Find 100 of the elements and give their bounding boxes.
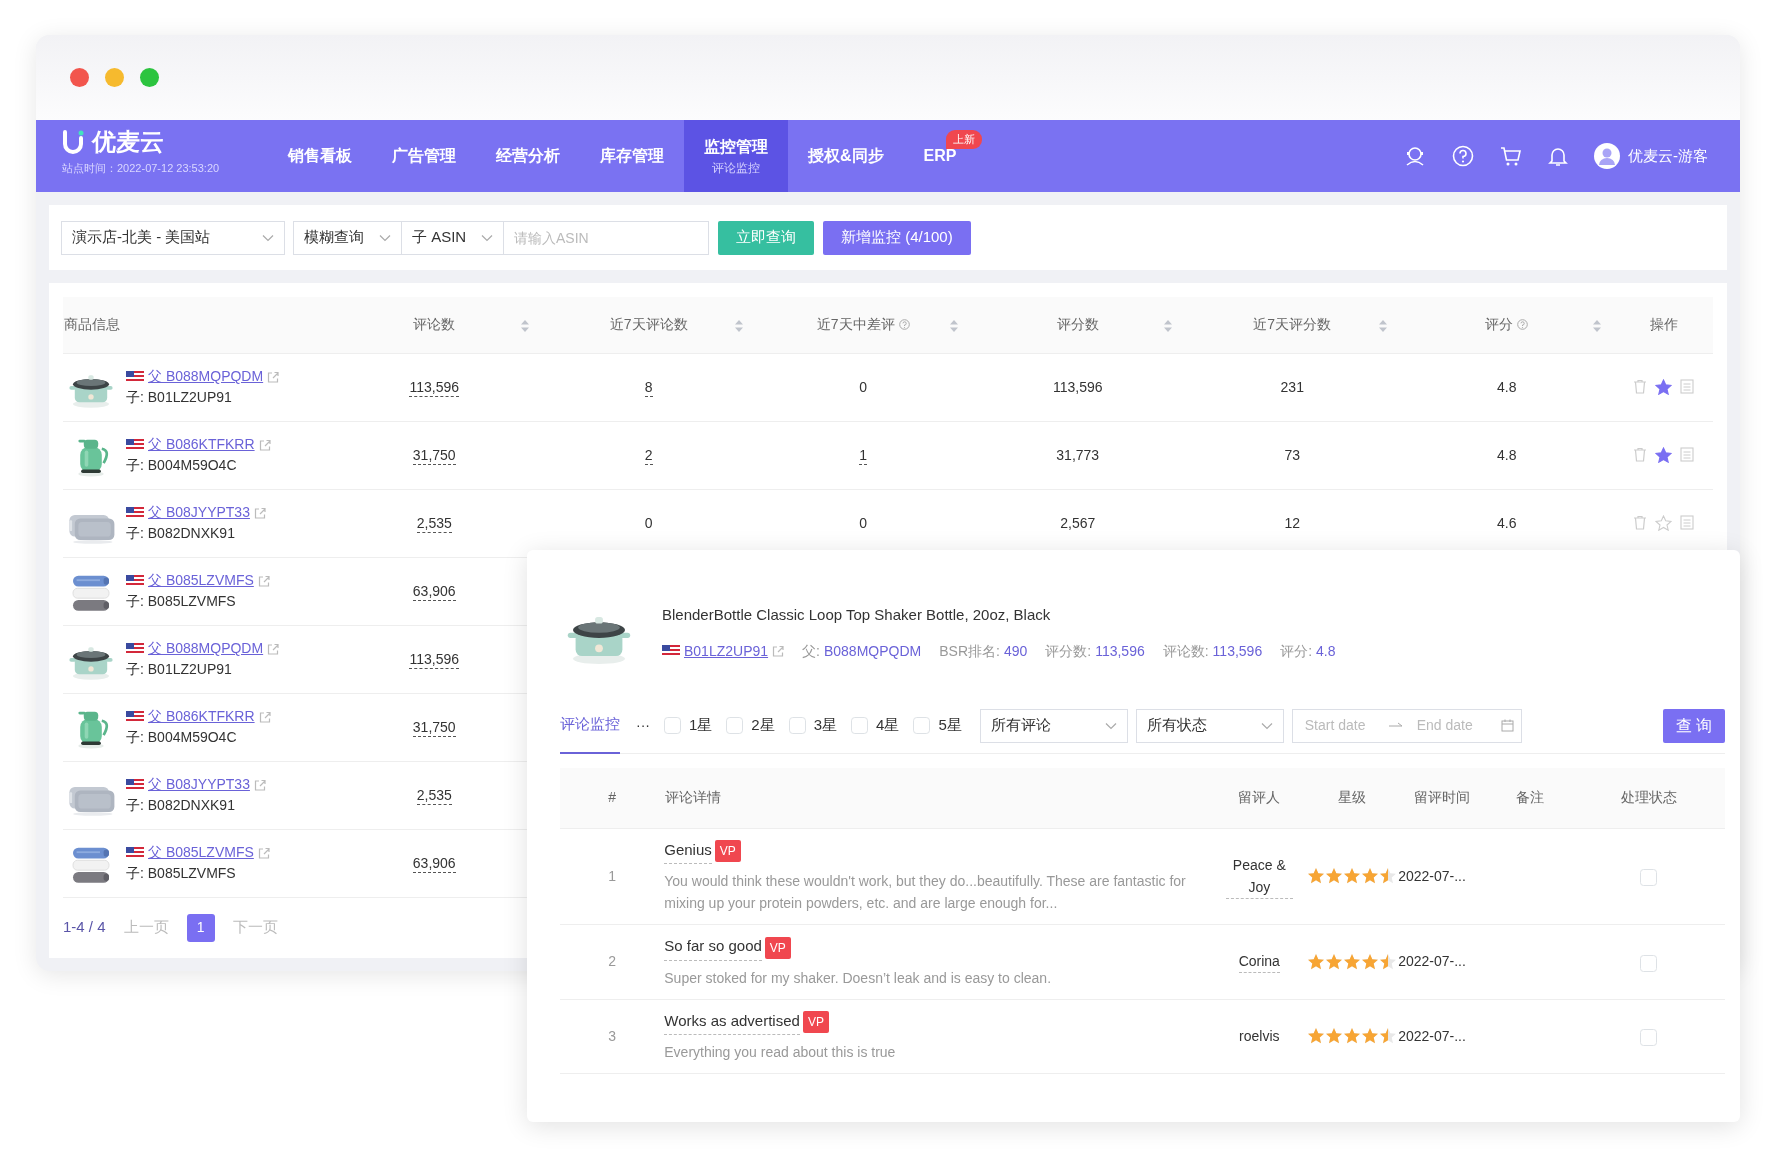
meta-value: 4.8 [1316, 641, 1336, 661]
status-select[interactable]: 所有状态 [1135, 708, 1284, 743]
recent-negative-count-link[interactable]: 1 [859, 446, 868, 465]
review-count-link[interactable]: 31,750 [412, 718, 456, 737]
reviewer-name[interactable]: Peace & Joy [1225, 853, 1293, 899]
help-icon[interactable] [1517, 319, 1529, 331]
star-icon [1307, 1027, 1325, 1046]
share-icon[interactable] [258, 438, 271, 451]
star-filter-checkbox[interactable] [913, 717, 931, 734]
notes-icon[interactable] [1680, 515, 1694, 530]
handled-checkbox[interactable] [1640, 954, 1658, 972]
handled-checkbox[interactable] [1640, 1029, 1658, 1047]
share-icon[interactable] [253, 506, 266, 519]
nav-tab[interactable]: 监控管理 评论监控 [684, 120, 788, 192]
star-filter-checkbox[interactable] [851, 717, 869, 734]
review-count-link[interactable]: 63,906 [412, 854, 456, 873]
handled-checkbox[interactable] [1640, 869, 1658, 887]
more-tabs-button[interactable]: ··· [636, 715, 650, 736]
asin-input[interactable]: 请输入ASIN [504, 220, 709, 255]
meta-label: 父: [802, 641, 820, 661]
column-header: 处理状态 [1620, 789, 1677, 806]
share-icon[interactable] [257, 574, 270, 587]
review-count-link[interactable]: 113,596 [409, 650, 460, 669]
checkbox-label: 5星 [938, 715, 962, 736]
share-icon[interactable] [257, 846, 270, 859]
recent-review-count-link[interactable]: 2 [644, 446, 653, 465]
parent-asin-link[interactable]: 父 B086KTFKRR [148, 434, 255, 455]
calendar-icon[interactable] [1500, 719, 1514, 732]
review-count-link[interactable]: 2,535 [416, 786, 452, 805]
parent-asin-link[interactable]: 父 B088MQPQDM [148, 638, 264, 659]
asin-link[interactable]: B01LZ2UP91 [684, 640, 769, 662]
star-icon[interactable] [1655, 447, 1672, 463]
user-name[interactable]: 优麦云-游客 [1628, 144, 1708, 168]
support-icon[interactable] [1404, 145, 1426, 167]
checkbox-label: 1星 [689, 715, 713, 736]
nav-tab[interactable]: 经营分析 [476, 120, 580, 192]
parent-asin-link[interactable]: 父 B08JYYPT33 [148, 774, 250, 795]
review-count-link[interactable]: 113,596 [409, 378, 460, 397]
query-button[interactable]: 查 询 [1663, 708, 1725, 743]
store-select[interactable]: 演示店-北美 - 美国站 [61, 220, 285, 255]
trash-icon[interactable] [1633, 515, 1647, 530]
reviewer-name[interactable]: Corina [1238, 950, 1280, 974]
parent-asin-link[interactable]: 父 B088MQPQDM [148, 366, 264, 387]
window-control[interactable] [140, 68, 159, 87]
bell-icon[interactable] [1548, 145, 1568, 167]
sort-icon[interactable] [1593, 320, 1601, 332]
star-filter-checkbox[interactable] [664, 717, 681, 734]
share-icon[interactable] [267, 642, 280, 655]
sort-icon[interactable] [949, 320, 958, 332]
recent-review-count-link[interactable]: 8 [644, 378, 653, 397]
sort-icon[interactable] [520, 320, 529, 332]
row-number: 2 [608, 953, 617, 970]
parent-asin-link[interactable]: 父 B085LZVMFS [148, 570, 254, 591]
share-icon[interactable] [772, 645, 785, 657]
match-select[interactable]: 模糊查询 [293, 220, 402, 255]
page-button[interactable]: 1 [186, 913, 215, 942]
parent-asin-link[interactable]: 父 B085LZVMFS [148, 842, 254, 863]
asin-type-select[interactable]: 子 ASIN [402, 220, 504, 255]
parent-asin-link[interactable]: 父 B086KTFKRR [148, 706, 255, 727]
review-count-link[interactable]: 63,906 [412, 582, 456, 601]
share-icon[interactable] [258, 710, 271, 723]
parent-asin-link[interactable]: 父 B08JYYPT33 [148, 502, 250, 523]
child-asin: 子: B004M59O4C [126, 456, 238, 475]
share-icon[interactable] [267, 370, 280, 383]
sort-icon[interactable] [1164, 320, 1172, 332]
trash-icon[interactable] [1633, 379, 1647, 394]
review-count-link[interactable]: 2,535 [416, 514, 452, 533]
help-icon[interactable] [898, 319, 910, 331]
flag-icon [126, 710, 144, 723]
sort-icon[interactable] [735, 320, 743, 332]
meta-value: 490 [1003, 641, 1028, 661]
nav-tab[interactable]: 销售看板 [268, 120, 372, 192]
star-icon[interactable] [1655, 379, 1672, 395]
review-tab[interactable]: 评论监控 [560, 697, 620, 754]
share-icon[interactable] [253, 778, 266, 791]
trash-icon[interactable] [1633, 447, 1647, 462]
star-icon[interactable] [1655, 515, 1672, 531]
add-monitor-button[interactable]: 新增监控 (4/100) [823, 220, 971, 255]
nav-tab[interactable]: 广告管理 [372, 120, 476, 192]
notes-icon[interactable] [1680, 379, 1694, 394]
child-asin: 子: B01LZ2UP91 [126, 660, 233, 679]
avatar-icon[interactable] [1594, 143, 1620, 169]
sort-icon[interactable] [1378, 320, 1387, 332]
window-control[interactable] [105, 68, 124, 87]
nav-tab[interactable]: 库存管理 [580, 120, 684, 192]
notes-icon[interactable] [1680, 447, 1694, 462]
date-range-picker[interactable]: Start date End date [1291, 708, 1522, 743]
brand-name: 优麦云 [92, 128, 164, 156]
column-header: 近7天中差评 [816, 315, 895, 335]
star-filter-checkbox[interactable] [788, 717, 806, 734]
vp-badge: VP [802, 1011, 829, 1034]
review-type-select[interactable]: 所有评论 [979, 708, 1128, 743]
meta-value[interactable]: B088MQPQDM [823, 640, 922, 662]
window-control[interactable] [70, 68, 89, 87]
star-filter-checkbox[interactable] [726, 717, 744, 734]
review-count-link[interactable]: 31,750 [412, 446, 456, 465]
flag-icon [126, 778, 144, 791]
star-icon [1379, 1027, 1397, 1046]
nav-tab[interactable]: 授权&同步 [788, 120, 904, 192]
cart-icon[interactable] [1500, 145, 1522, 167]
